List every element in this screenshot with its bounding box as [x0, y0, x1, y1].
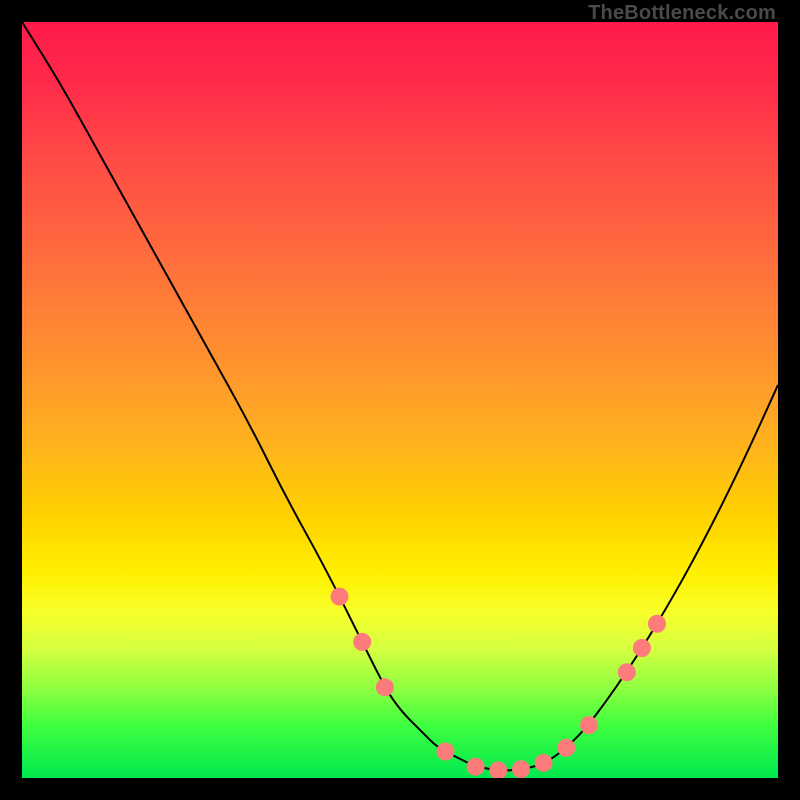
- curve-marker: [467, 758, 485, 776]
- curve-marker: [376, 678, 394, 696]
- plot-area: [22, 22, 778, 778]
- curve-markers: [331, 588, 667, 778]
- curve-marker: [580, 716, 598, 734]
- curve-marker: [512, 760, 530, 778]
- curve-marker: [557, 739, 575, 757]
- curve-marker: [331, 588, 349, 606]
- attribution-text: TheBottleneck.com: [588, 2, 776, 25]
- curve-marker: [353, 633, 371, 651]
- bottleneck-curve: [22, 22, 778, 778]
- curve-marker: [489, 761, 507, 778]
- curve-marker: [633, 639, 651, 657]
- curve-line: [22, 22, 778, 770]
- curve-marker: [436, 743, 454, 761]
- curve-marker: [648, 615, 666, 633]
- curve-marker: [618, 663, 636, 681]
- curve-marker: [535, 754, 553, 772]
- chart-frame: TheBottleneck.com: [0, 0, 800, 800]
